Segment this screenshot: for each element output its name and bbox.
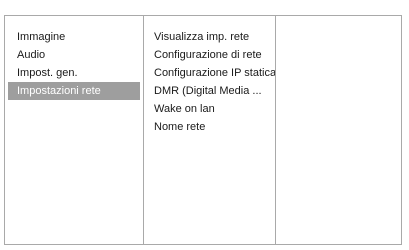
menu-item-impostazioni-rete[interactable]: Impostazioni rete — [8, 82, 140, 100]
menu-item-impost-gen[interactable]: Impost. gen. — [8, 64, 140, 82]
submenu-item-nome-rete[interactable]: Nome rete — [144, 118, 276, 136]
submenu-item-wake-on-lan[interactable]: Wake on lan — [144, 100, 276, 118]
submenu-column: Visualizza imp. rete Configurazione di r… — [143, 16, 276, 244]
submenu-item-dmr[interactable]: DMR (Digital Media ... — [144, 82, 276, 100]
submenu-item-configurazione-di-rete[interactable]: Configurazione di rete — [144, 46, 276, 64]
submenu-item-visualizza-imp-rete[interactable]: Visualizza imp. rete — [144, 28, 276, 46]
menu-item-immagine[interactable]: Immagine — [8, 28, 140, 46]
main-menu-column: Immagine Audio Impost. gen. Impostazioni… — [5, 16, 143, 244]
settings-menu-panel: Immagine Audio Impost. gen. Impostazioni… — [4, 15, 402, 245]
menu-item-audio[interactable]: Audio — [8, 46, 140, 64]
submenu-item-configurazione-ip-statica[interactable]: Configurazione IP statica — [144, 64, 276, 82]
detail-column — [275, 16, 401, 244]
